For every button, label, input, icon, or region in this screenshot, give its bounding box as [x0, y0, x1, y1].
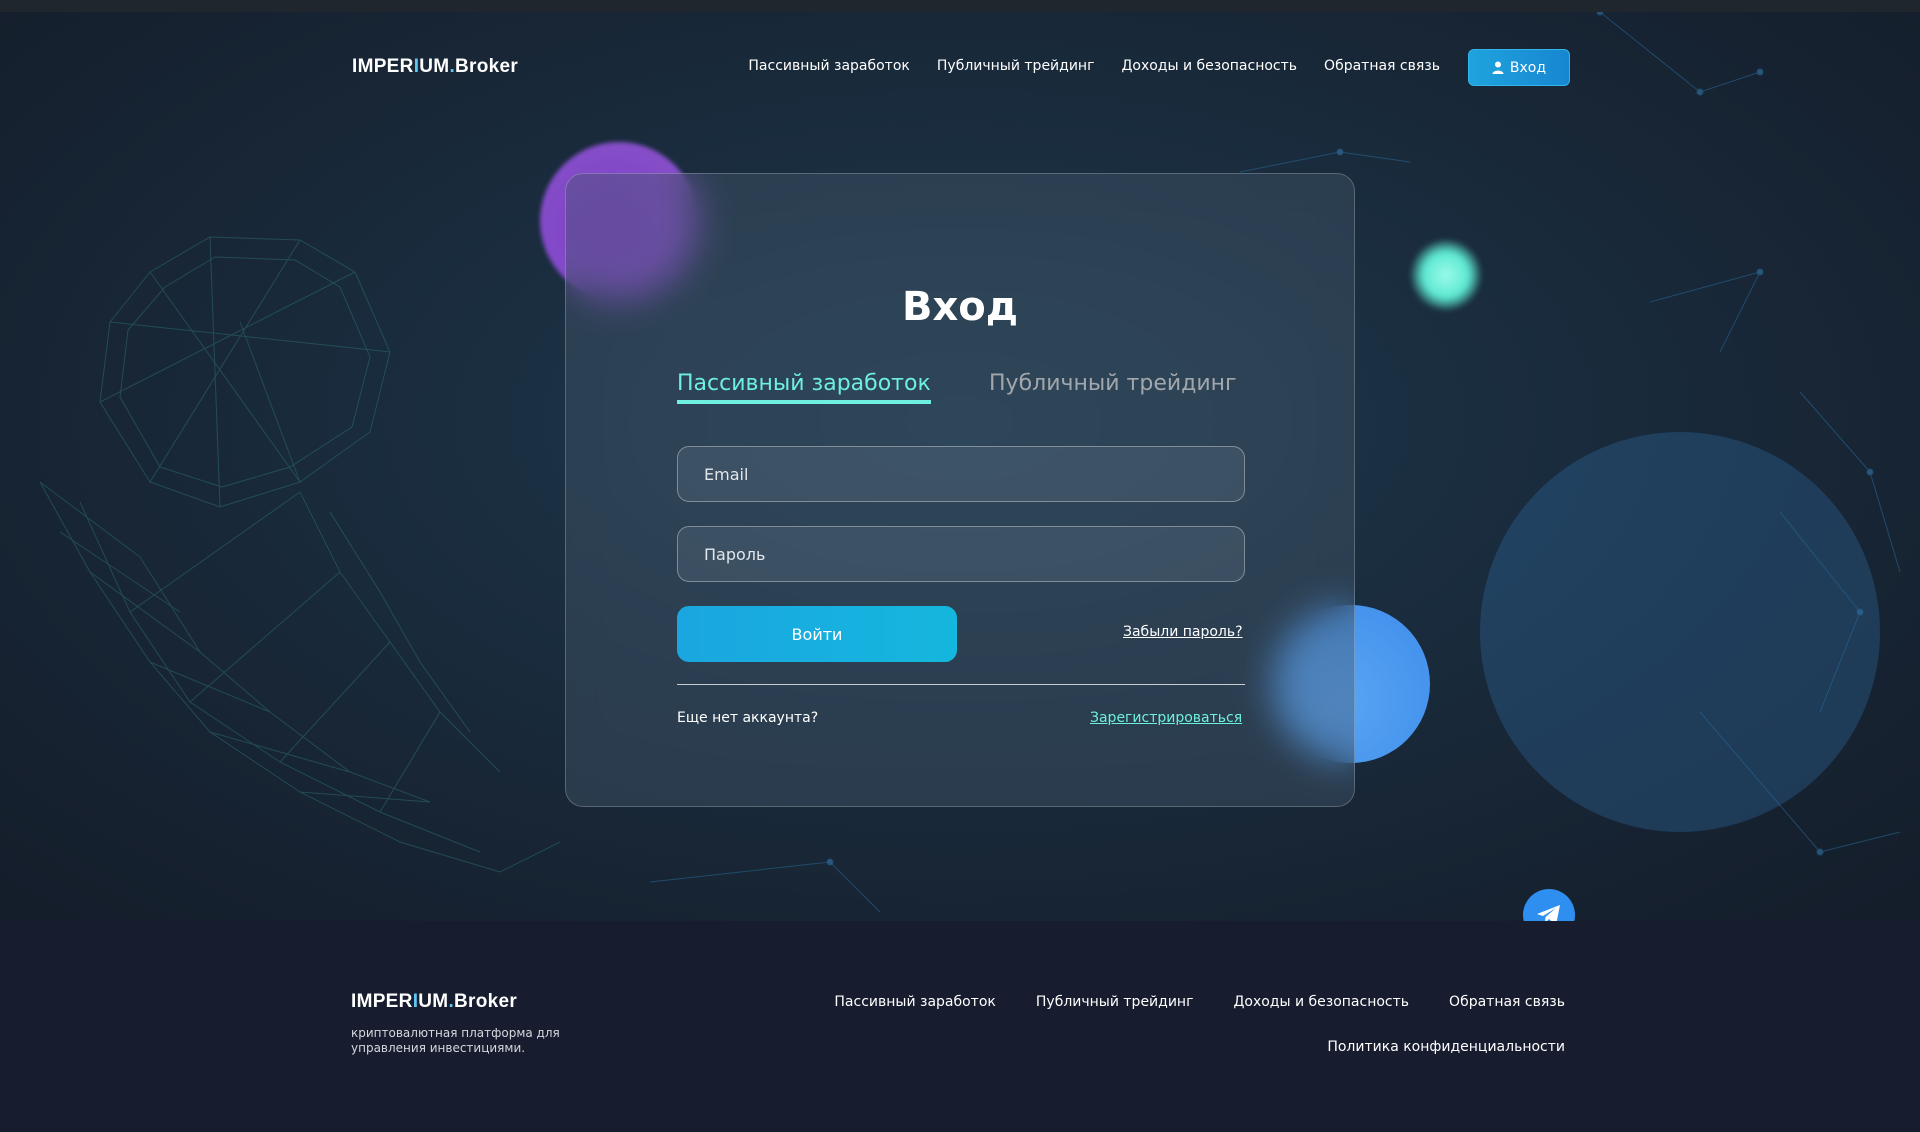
footer-logo[interactable]: IMPERIUM.Broker — [351, 991, 517, 1013]
nav-passive-income[interactable]: Пассивный заработок — [748, 58, 909, 74]
header-nav: Пассивный заработок Публичный трейдинг Д… — [748, 58, 1440, 74]
password-input[interactable] — [677, 526, 1245, 582]
privacy-policy-link[interactable]: Политика конфиденциальности — [1327, 1039, 1565, 1055]
footer: IMPERIUM.Broker криптовалютная платформа… — [0, 921, 1920, 1132]
footer-nav: Пассивный заработок Публичный трейдинг Д… — [834, 994, 1565, 1010]
header-login-button[interactable]: Вход — [1468, 49, 1570, 86]
footer-nav-feedback[interactable]: Обратная связь — [1449, 994, 1565, 1010]
user-icon — [1492, 61, 1504, 74]
nav-feedback[interactable]: Обратная связь — [1324, 58, 1440, 74]
login-title: Вход — [901, 284, 1019, 330]
register-link[interactable]: Зарегистрироваться — [1090, 710, 1242, 726]
tab-passive-income[interactable]: Пассивный заработок — [677, 371, 931, 404]
nav-public-trading[interactable]: Публичный трейдинг — [937, 58, 1095, 74]
login-card: Вход Пассивный заработок Публичный трейд… — [565, 173, 1355, 807]
submit-login-button[interactable]: Войти — [677, 606, 957, 662]
card-divider — [677, 684, 1245, 685]
top-strip — [0, 0, 1920, 12]
nav-income-security[interactable]: Доходы и безопасность — [1121, 58, 1297, 74]
header-login-label: Вход — [1509, 59, 1547, 76]
header-logo[interactable]: IMPERIUM.Broker — [352, 56, 518, 78]
forgot-password-link[interactable]: Забыли пароль? — [1123, 624, 1243, 640]
mint-glow — [1411, 240, 1481, 310]
footer-description: криптовалютная платформа для управления … — [351, 1026, 560, 1055]
tab-public-trading[interactable]: Публичный трейдинг — [989, 371, 1237, 396]
footer-nav-public-trading[interactable]: Публичный трейдинг — [1036, 994, 1194, 1010]
footer-nav-passive-income[interactable]: Пассивный заработок — [834, 994, 995, 1010]
no-account-text: Еще нет аккаунта? — [677, 710, 819, 726]
footer-nav-income-security[interactable]: Доходы и безопасность — [1233, 994, 1409, 1010]
email-input[interactable] — [677, 446, 1245, 502]
